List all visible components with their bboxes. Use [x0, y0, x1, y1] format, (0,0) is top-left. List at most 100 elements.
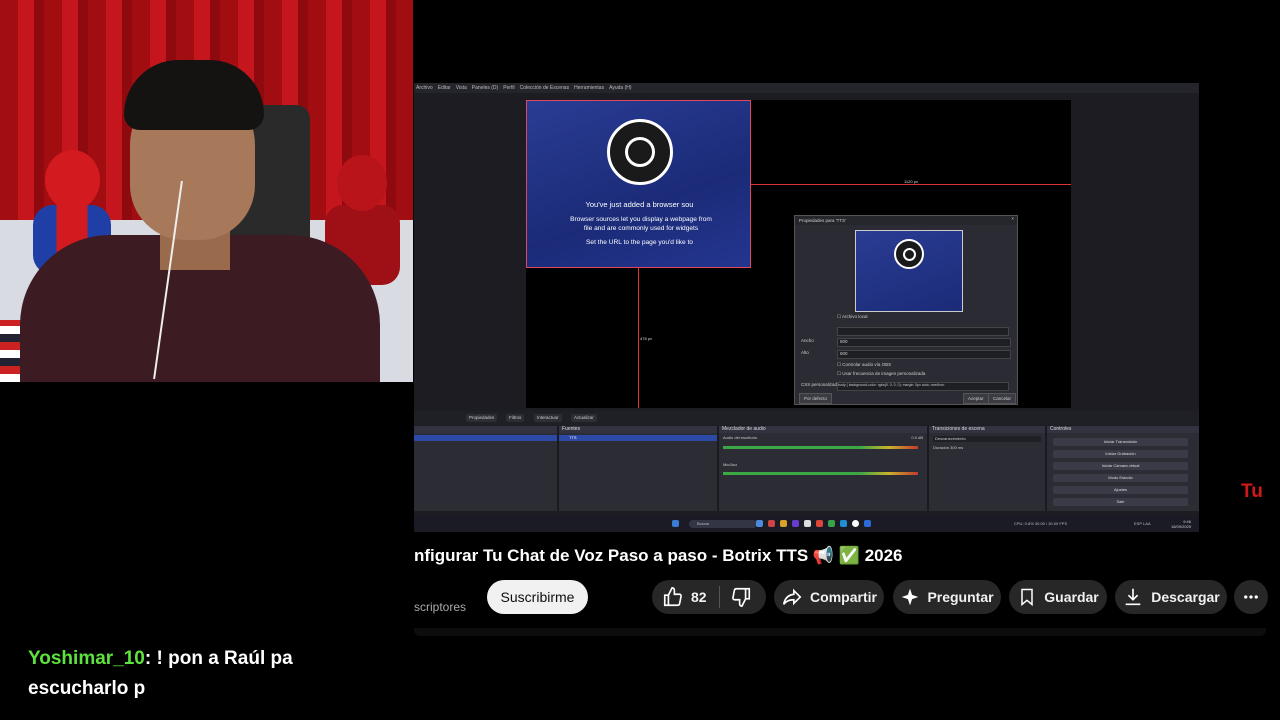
app-icon[interactable]	[792, 520, 799, 527]
save-button[interactable]: Guardar	[1009, 580, 1107, 614]
defaults-button[interactable]: Por defecto	[799, 393, 833, 404]
height-readout: 478 px	[640, 336, 653, 341]
sources-title: Fuentes	[559, 426, 717, 433]
browser-source: You've just added a browser sou Browser …	[526, 100, 751, 268]
audio-check-label: Controlar audio vía OBS	[842, 362, 892, 367]
css-label: CSS personalizado	[801, 382, 840, 387]
obs-logo-icon	[894, 239, 924, 269]
studio-mode-button[interactable]: Modo Estudio	[1053, 474, 1188, 482]
app-icon[interactable]	[840, 520, 847, 527]
meter-bar	[723, 446, 918, 449]
source-item[interactable]: TTS	[559, 435, 717, 441]
save-label: Guardar	[1044, 589, 1099, 605]
browser-source-text-b: file and are commonly used for widgets	[583, 225, 699, 232]
audio-checkbox[interactable]: ☐ Controlar audio vía OBS	[837, 362, 891, 370]
obs-logo-icon	[607, 119, 673, 185]
video-title: nfigurar Tu Chat de Voz Paso a paso - Bo…	[414, 546, 903, 565]
sources-dock: Fuentes TTS	[559, 426, 719, 511]
ask-label: Preguntar	[927, 589, 994, 605]
app-icon[interactable]	[864, 520, 871, 527]
exit-button[interactable]: Salir	[1053, 498, 1188, 506]
controls-title: Controles	[1047, 426, 1199, 433]
width-readout: 1120 px	[904, 179, 918, 184]
duration-value[interactable]: 300 ms	[950, 445, 963, 450]
height-label: Alto	[801, 350, 809, 355]
fps-checkbox[interactable]: ☐ Usar frecuencia de imagen personalizad…	[837, 371, 925, 379]
start-stream-button[interactable]: Iniciar Transmisión	[1053, 438, 1188, 446]
controls-dock: Controles Iniciar Transmisión Iniciar Gr…	[1047, 426, 1199, 511]
subscriber-count: scriptores	[414, 600, 467, 614]
taskbar-search[interactable]: Buscar	[689, 520, 757, 528]
virtual-cam-button[interactable]: Iniciar Cámara virtual	[1053, 462, 1188, 470]
chat-text-2: escucharlo p	[28, 678, 146, 699]
url-field[interactable]	[837, 327, 1009, 336]
browser-source-hint: Set the URL to the page you'd like to	[586, 239, 693, 246]
cancel-button[interactable]: Cancelar	[988, 393, 1017, 404]
app-icon[interactable]	[804, 520, 811, 527]
bookmark-icon	[1021, 588, 1034, 607]
mixer-db-1: 0.0 dB	[911, 435, 923, 440]
width-label: Ancho	[801, 338, 814, 343]
interact-button[interactable]: Interactuar	[534, 414, 562, 422]
sparkle-icon	[902, 588, 919, 606]
more-actions-button[interactable]	[1234, 580, 1268, 614]
video-player[interactable]: Archivo Editar Vista Paneles (D) Perfil Colec…	[414, 83, 1199, 532]
meter-bar	[723, 472, 918, 475]
css-field[interactable]: body { background-color: rgba(0, 0, 0, 0…	[837, 382, 1009, 391]
properties-button[interactable]: Propiedades	[466, 414, 498, 422]
menu-item: Archivo	[416, 85, 433, 91]
subscribe-button[interactable]: Suscribirme	[487, 580, 588, 614]
obs-preview: You've just added a browser sou Browser …	[526, 100, 1071, 408]
app-icon[interactable]	[780, 520, 787, 527]
like-button[interactable]	[662, 586, 684, 608]
mixer-title: Mezclador de audio	[719, 426, 927, 433]
mixer-dock: Mezclador de audio Audio del escritorio …	[719, 426, 929, 511]
obs-menubar: Archivo Editar Vista Paneles (D) Perfil Colec…	[414, 83, 1199, 93]
download-label: Descargar	[1151, 589, 1220, 605]
app-icon[interactable]	[768, 520, 775, 527]
app-icon[interactable]	[756, 520, 763, 527]
dislike-button[interactable]	[730, 586, 752, 608]
accept-button[interactable]: Aceptar	[963, 393, 989, 404]
transition-select[interactable]: Desvanecimiento	[933, 436, 1041, 442]
like-dislike-group: 82	[652, 580, 766, 614]
ask-button[interactable]: Preguntar	[893, 580, 1001, 614]
fps-check-label: Usar frecuencia de imagen personalizada	[842, 371, 926, 376]
obs-status: CPU: 0.8% 30.00 / 30.00 FPS	[1014, 521, 1068, 526]
settings-button[interactable]: Ajustes	[1053, 486, 1188, 494]
local-file-checkbox[interactable]: ☐ Archivo local	[837, 314, 868, 322]
filters-button[interactable]: Filtros	[506, 414, 525, 422]
download-button[interactable]: Descargar	[1115, 580, 1227, 614]
width-field[interactable]: 800	[837, 338, 1011, 347]
height-field[interactable]: 600	[837, 350, 1011, 359]
streamer	[20, 60, 380, 382]
refresh-button[interactable]: Actualizar	[571, 414, 597, 422]
properties-dialog: Propiedades para 'TTS' × ☐ Archivo local…	[794, 215, 1018, 405]
start-record-button[interactable]: Iniciar Grabación	[1053, 450, 1188, 458]
windows-taskbar: Buscar CPU: 0.8% 30.00 / 30.00 FPS ESP L…	[414, 516, 1199, 532]
share-icon	[782, 588, 802, 606]
obs-taskbar-icon[interactable]	[852, 520, 859, 527]
browser-source-heading: You've just added a browser sou	[585, 200, 694, 209]
share-button[interactable]: Compartir	[774, 580, 884, 614]
more-icon	[1244, 595, 1258, 599]
menu-item: Vista	[455, 85, 467, 91]
dialog-title: Propiedades para 'TTS'	[795, 216, 1017, 225]
app-icon[interactable]	[828, 520, 835, 527]
chat-message: Yoshimar_10: ! pon a Raúl pa escucharlo …	[28, 644, 388, 704]
thumbs-down-icon	[731, 587, 750, 607]
close-icon[interactable]: ×	[1011, 216, 1014, 221]
mixer-channel-1: Audio del escritorio	[723, 435, 758, 440]
menu-item: Perfil	[503, 85, 515, 91]
windows-start-icon[interactable]	[672, 520, 679, 527]
chat-username: Yoshimar_10	[28, 648, 145, 669]
scenes-dock	[414, 426, 559, 511]
share-label: Compartir	[810, 589, 877, 605]
app-icon[interactable]	[816, 520, 823, 527]
obs-docks: Fuentes TTS Mezclador de audio Audio del…	[414, 426, 1199, 511]
download-icon	[1125, 588, 1141, 606]
transitions-dock: Transiciones de escena Desvanecimiento D…	[929, 426, 1047, 511]
description-box-edge	[414, 628, 1266, 636]
lang-indicator: ESP LAA	[1134, 521, 1151, 526]
scene-item[interactable]	[414, 435, 557, 441]
